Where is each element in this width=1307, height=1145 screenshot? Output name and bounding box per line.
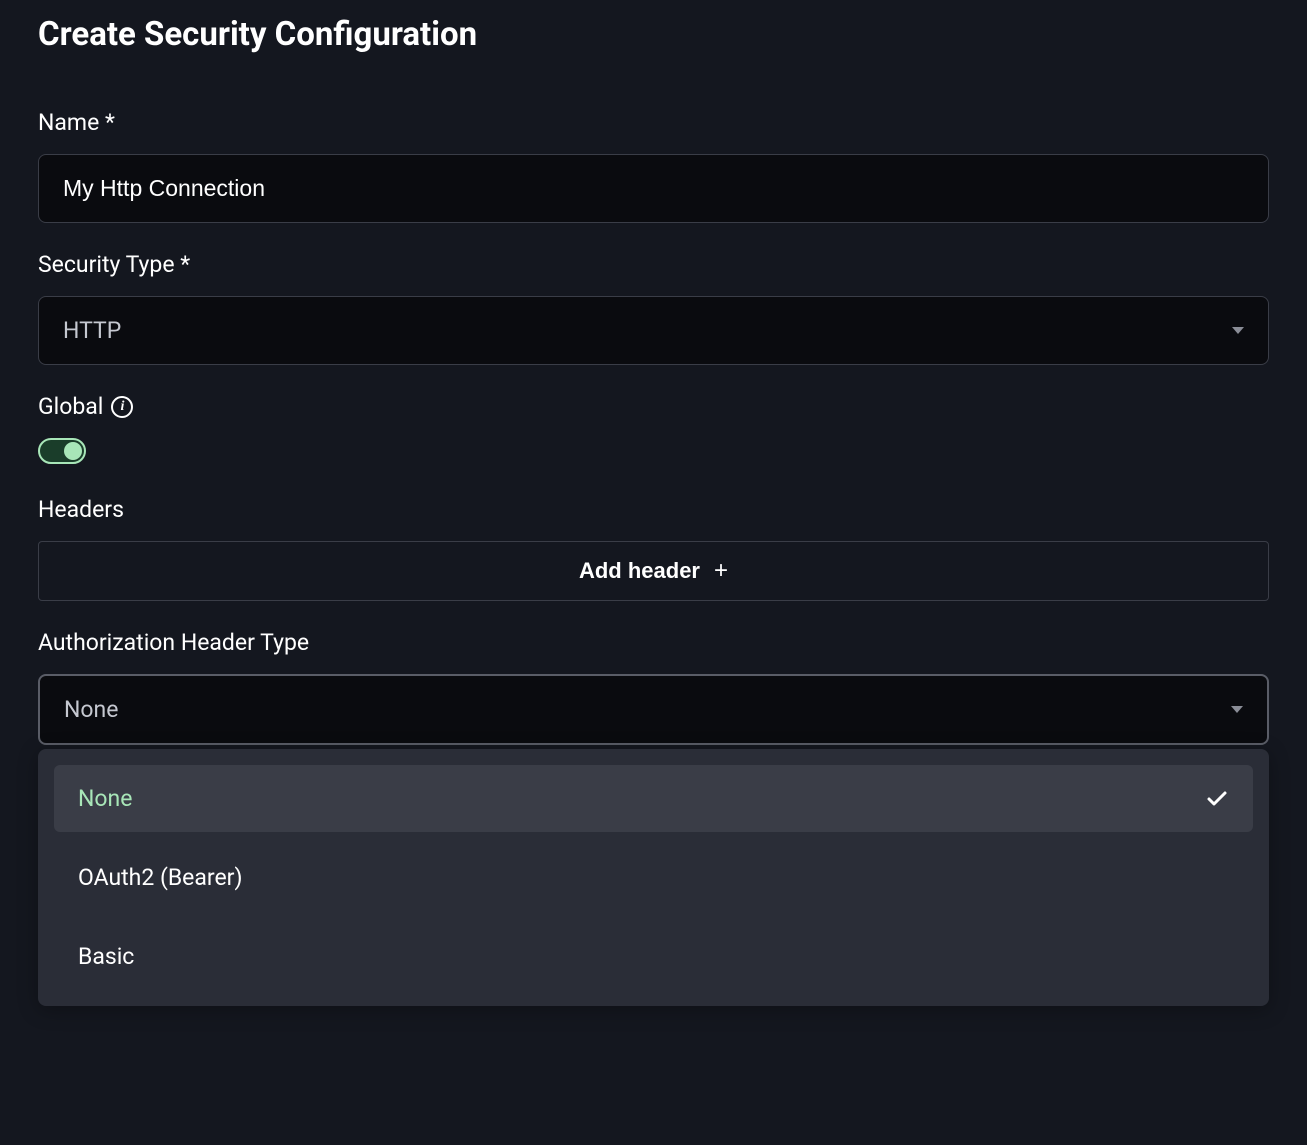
add-header-button[interactable]: Add header + — [38, 541, 1269, 601]
name-input[interactable] — [38, 154, 1269, 223]
auth-header-type-label: Authorization Header Type — [38, 629, 1269, 656]
auth-header-dropdown-menu: None OAuth2 (Bearer) Basic — [38, 749, 1269, 1006]
chevron-down-icon — [1232, 327, 1244, 334]
name-field-group: Name * — [38, 109, 1269, 223]
global-toggle[interactable] — [38, 438, 86, 464]
dropdown-option-none[interactable]: None — [54, 765, 1253, 832]
dropdown-option-label: None — [78, 785, 132, 812]
headers-field-group: Headers Add header + — [38, 496, 1269, 601]
global-label-text: Global — [38, 393, 103, 420]
check-icon — [1205, 787, 1229, 811]
auth-header-type-field-group: Authorization Header Type None None OAut… — [38, 629, 1269, 1006]
add-header-label: Add header — [579, 558, 700, 584]
dropdown-option-label: Basic — [78, 943, 134, 970]
auth-header-type-value: None — [64, 696, 118, 723]
plus-icon: + — [714, 557, 728, 585]
chevron-down-icon — [1231, 706, 1243, 713]
auth-header-type-select[interactable]: None — [38, 674, 1269, 745]
global-field-group: Global i — [38, 393, 1269, 464]
security-type-label: Security Type * — [38, 251, 1269, 278]
dropdown-option-label: OAuth2 (Bearer) — [78, 864, 242, 891]
name-label: Name * — [38, 109, 1269, 136]
dropdown-option-oauth2[interactable]: OAuth2 (Bearer) — [54, 844, 1253, 911]
security-type-value: HTTP — [63, 317, 121, 344]
dropdown-option-basic[interactable]: Basic — [54, 923, 1253, 990]
headers-label: Headers — [38, 496, 1269, 523]
toggle-knob — [64, 442, 82, 460]
security-type-select[interactable]: HTTP — [38, 296, 1269, 365]
security-type-field-group: Security Type * HTTP — [38, 251, 1269, 365]
info-icon[interactable]: i — [111, 396, 133, 418]
page-title: Create Security Configuration — [38, 15, 1269, 54]
global-label: Global i — [38, 393, 1269, 420]
